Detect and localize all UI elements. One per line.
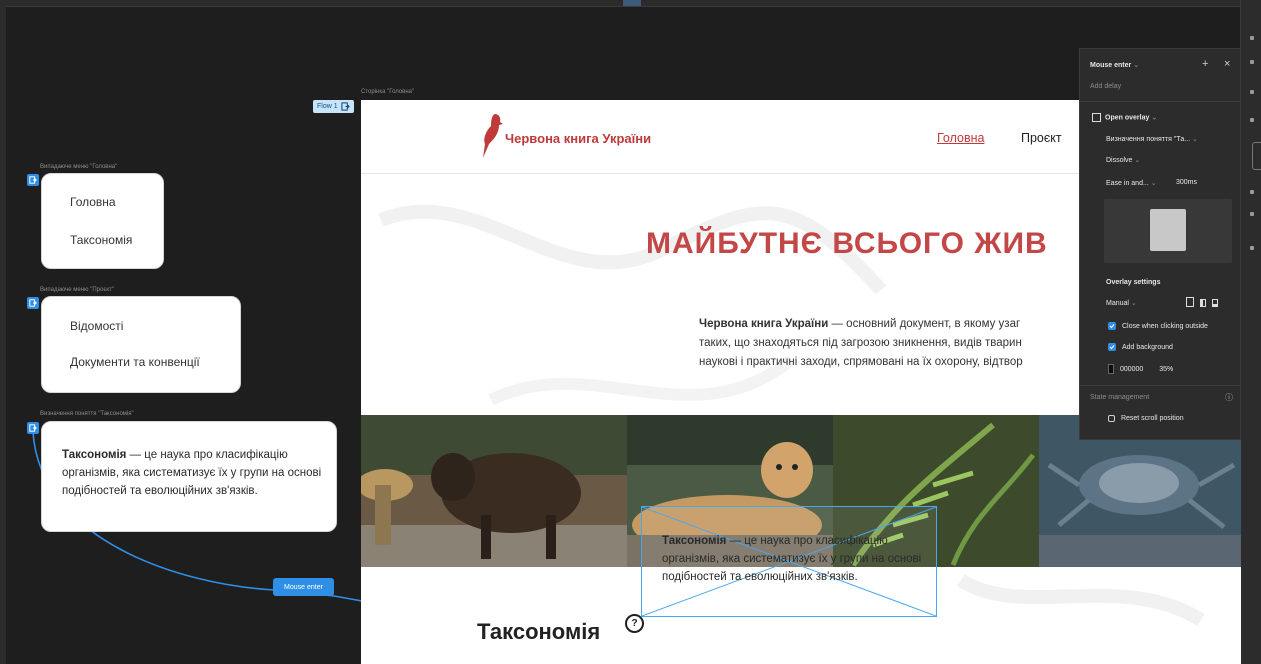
position-value: Manual <box>1106 300 1129 307</box>
easing-select[interactable]: Ease in and... ⌄ <box>1106 179 1157 187</box>
nav-project[interactable]: Проєкт <box>1021 131 1062 145</box>
menu-item-documents[interactable]: Документи та конвенції <box>70 355 200 369</box>
background-color-field[interactable]: 000000 35% <box>1108 364 1173 374</box>
reset-scroll-option[interactable]: Reset scroll position <box>1108 415 1184 422</box>
chevron-down-icon: ⌄ <box>1133 62 1140 69</box>
checkbox-checked-icon[interactable] <box>1108 322 1116 330</box>
hero-line: Червона книга України — основний докумен… <box>699 315 1023 334</box>
plus-icon[interactable]: + <box>1202 58 1208 70</box>
overlay-definition-term: Таксономія <box>662 535 727 547</box>
destination-select[interactable]: Визначення поняття "Та... ⌄ <box>1106 135 1198 143</box>
photo-bison <box>361 415 627 567</box>
animation-preview-box <box>1150 209 1186 251</box>
nav-home[interactable]: Головна <box>937 131 985 145</box>
connection-target-help-icon[interactable]: ? <box>625 614 644 633</box>
menu-item-taxonomy[interactable]: Таксономія <box>70 233 132 247</box>
frame-label-main: Сторінка "Головна" <box>361 89 415 95</box>
definition-text: Таксономія — це наука про класифікацію о… <box>62 446 324 500</box>
menu-item-info[interactable]: Відомості <box>70 319 123 333</box>
frame-label-home-menu: Випадаюче меню "Головна" <box>40 164 118 170</box>
position-select[interactable]: Manual ⌄ <box>1106 299 1137 307</box>
section-title-taxonomy: Таксономія <box>477 619 601 644</box>
chevron-down-icon: ⌄ <box>1134 157 1141 164</box>
dropdown-menu-home: Головна Таксономія <box>41 173 164 269</box>
prototype-flow-icon[interactable] <box>27 422 39 434</box>
overlay-settings-title: Overlay settings <box>1106 279 1161 286</box>
open-overlay-icon <box>1092 113 1101 122</box>
align-left-icon[interactable] <box>1200 299 1206 307</box>
animation-value: Dissolve <box>1106 157 1133 164</box>
panel-divider <box>1080 101 1240 102</box>
dropdown-menu-project: Відомості Документи та конвенції <box>41 296 241 393</box>
prototype-flow-icon[interactable] <box>27 297 39 309</box>
hero-paragraph: Червона книга України — основний докумен… <box>699 315 1023 372</box>
destination-value: Визначення поняття "Та... <box>1106 136 1191 143</box>
frame-label-definition: Визначення поняття "Таксономія" <box>40 411 134 417</box>
info-icon[interactable]: ⓘ <box>1225 392 1233 403</box>
animation-preview <box>1104 199 1232 263</box>
chevron-down-icon: ⌄ <box>1192 136 1198 143</box>
state-management-title: State management <box>1090 394 1150 401</box>
align-bottom-icon[interactable] <box>1212 299 1218 307</box>
reset-scroll-label: Reset scroll position <box>1120 415 1184 423</box>
checkbox-checked-icon[interactable] <box>1108 343 1116 351</box>
checkbox-unchecked-icon[interactable] <box>1108 415 1115 422</box>
easing-value: Ease in and... <box>1106 180 1149 187</box>
trigger-value: Mouse enter <box>1090 62 1132 69</box>
hero-line: таких, що знаходяться під загрозою зникн… <box>699 337 1022 349</box>
align-center-icon[interactable] <box>1186 297 1194 307</box>
connection-trigger-label[interactable]: Mouse enter <box>273 578 334 596</box>
action-value: Open overlay <box>1105 114 1150 122</box>
add-background-label: Add background <box>1121 343 1173 351</box>
chevron-down-icon: ⌄ <box>1130 300 1137 307</box>
interaction-details-panel: Mouse enter ⌄ + × Add delay Open overlay… <box>1079 48 1241 440</box>
definition-card: Таксономія — це наука про класифікацію о… <box>41 421 337 532</box>
add-delay-button[interactable]: Add delay <box>1090 83 1121 90</box>
overlay-preview[interactable]: Таксономія — це наука про класифікацію о… <box>641 506 937 617</box>
add-background-option[interactable]: Add background <box>1108 343 1173 351</box>
chevron-down-icon: ⌄ <box>1151 114 1158 122</box>
hero-line-text: — основний документ, в якому узаг <box>828 318 1021 330</box>
panel-divider <box>1080 385 1240 386</box>
hero-line: наукові і практичні заходи, спрямовані н… <box>699 356 1023 368</box>
hero-line-bold: Червона книга України <box>699 318 829 330</box>
chevron-down-icon: ⌄ <box>1150 180 1157 187</box>
flow-start-badge[interactable]: Flow 1 <box>313 100 354 113</box>
prototype-flow-icon[interactable] <box>27 174 39 186</box>
overlay-definition-text: Таксономія — це наука про класифікацію о… <box>662 532 924 586</box>
close-icon[interactable]: × <box>1224 58 1230 70</box>
background-color-value: 000000 <box>1119 365 1144 373</box>
site-logo-text[interactable]: Червона книга України <box>505 131 651 146</box>
menu-item-home[interactable]: Головна <box>70 195 116 209</box>
flow-badge-label: Flow 1 <box>317 103 338 110</box>
trigger-select[interactable]: Mouse enter ⌄ <box>1090 61 1139 69</box>
animation-select[interactable]: Dissolve ⌄ <box>1106 156 1140 164</box>
flow-start-icon <box>340 102 350 111</box>
close-outside-option[interactable]: Close when clicking outside <box>1108 322 1208 330</box>
action-select[interactable]: Open overlay ⌄ <box>1092 113 1157 122</box>
definition-term: Таксономія <box>62 449 127 461</box>
color-swatch[interactable] <box>1108 364 1114 374</box>
close-outside-label: Close when clicking outside <box>1121 322 1208 330</box>
hero-title: МАЙБУТНЄ ВСЬОГО ЖИВ <box>646 227 1048 260</box>
background-opacity-value: 35% <box>1159 365 1174 373</box>
alignment-icons[interactable] <box>1186 297 1218 309</box>
bird-logo-icon <box>483 114 503 158</box>
duration-input[interactable]: 300ms <box>1176 179 1197 186</box>
frame-label-project-menu: Випадаюче меню "Проєкт" <box>40 287 114 293</box>
